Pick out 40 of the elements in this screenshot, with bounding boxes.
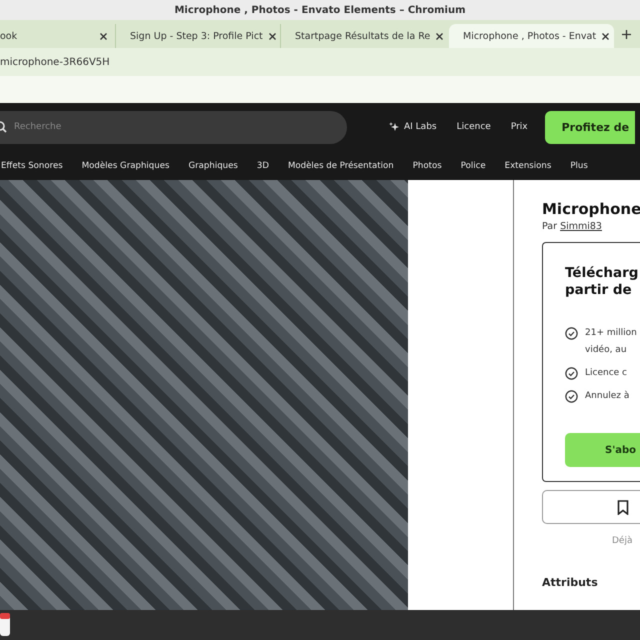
feature-text: Annulez à bbox=[585, 390, 630, 403]
browser-tab[interactable]: Microphone , Photos - Envat bbox=[449, 24, 614, 48]
close-icon[interactable] bbox=[436, 32, 444, 40]
sparkle-icon bbox=[389, 122, 399, 132]
category-link[interactable]: Police bbox=[460, 160, 486, 170]
nav-link[interactable]: AI Labs bbox=[404, 122, 437, 132]
category-link[interactable]: Modèles Graphiques bbox=[82, 160, 170, 170]
category-link[interactable]: 3D bbox=[256, 160, 269, 170]
close-icon[interactable] bbox=[268, 32, 276, 40]
category-link[interactable]: Photos bbox=[412, 160, 442, 170]
feature-text: 21+ million vidéo, au bbox=[585, 327, 637, 357]
nav-link[interactable]: Prix bbox=[510, 122, 528, 132]
feature-text: Licence c bbox=[585, 367, 627, 380]
check-circle-icon bbox=[565, 390, 578, 403]
author-link[interactable]: Simmi83 bbox=[560, 221, 602, 232]
bookmark-icon bbox=[617, 500, 629, 514]
card-heading: Télécharg partir de bbox=[565, 265, 640, 299]
plus-icon[interactable] bbox=[622, 30, 631, 38]
signin-text: Déjà bbox=[611, 536, 634, 546]
category-link[interactable]: Effets Sonores bbox=[1, 160, 63, 170]
check-circle-icon bbox=[565, 367, 578, 380]
window-title: Microphone , Photos - Envato Elements – Chromium bbox=[174, 4, 466, 16]
check-circle-icon bbox=[565, 327, 578, 340]
address-field[interactable]: microphone-3R66V5H bbox=[0, 56, 110, 68]
calendar-icon[interactable] bbox=[0, 613, 11, 637]
category-link[interactable]: Extensions bbox=[504, 160, 552, 170]
section-heading: Attributs bbox=[542, 576, 599, 589]
category-link[interactable]: Graphiques bbox=[188, 160, 238, 170]
browser-tab[interactable]: ook bbox=[0, 24, 115, 48]
byline-label: Par bbox=[542, 221, 558, 232]
cta-button[interactable]: Profitez de bbox=[544, 110, 635, 144]
subscribe-button[interactable]: S'abo bbox=[565, 433, 640, 467]
close-icon[interactable] bbox=[100, 32, 107, 40]
bookmark-button[interactable] bbox=[542, 490, 640, 524]
category-link[interactable]: Plus bbox=[570, 160, 588, 170]
search-field[interactable]: Recherche bbox=[12, 121, 216, 133]
category-link[interactable]: Modèles de Présentation bbox=[288, 160, 394, 170]
nav-link[interactable]: Licence bbox=[456, 122, 491, 132]
search-icon bbox=[0, 121, 7, 133]
close-icon[interactable] bbox=[602, 32, 610, 40]
